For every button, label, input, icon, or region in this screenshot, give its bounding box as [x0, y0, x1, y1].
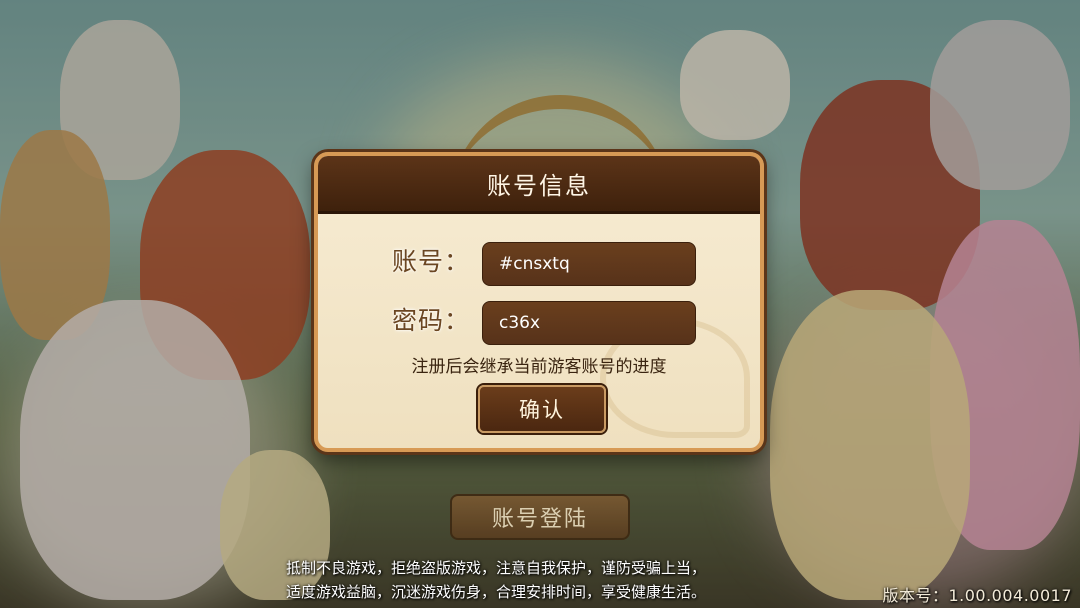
account-label: 账号：	[392, 247, 471, 276]
dialog-title: 账号信息	[487, 172, 591, 200]
notice-line-2: 适度游戏益脑，沉迷游戏伤身，合理安排时间，享受健康生活。	[286, 583, 707, 601]
account-info-dialog: 账号信息 账号： #cnsxtq 密码： c36x 注册后会继承当前游客账号的进…	[314, 152, 764, 452]
password-label: 密码：	[392, 306, 471, 335]
register-hint: 注册后会继承当前游客账号的进度	[411, 357, 667, 377]
account-field[interactable]: #cnsxtq	[482, 242, 696, 286]
account-login-button[interactable]: 账号登陆	[450, 494, 630, 540]
confirm-button[interactable]: 确认	[478, 385, 606, 433]
password-field[interactable]: c36x	[482, 301, 696, 345]
version-label: 版本号：1.00.004.0017	[882, 586, 1072, 605]
notice-line-1: 抵制不良游戏，拒绝盗版游戏，注意自我保护，谨防受骗上当，	[286, 559, 707, 577]
dialog-header: 账号信息	[318, 156, 760, 214]
health-notice: 抵制不良游戏，拒绝盗版游戏，注意自我保护，谨防受骗上当， 适度游戏益脑，沉迷游戏…	[286, 556, 806, 604]
